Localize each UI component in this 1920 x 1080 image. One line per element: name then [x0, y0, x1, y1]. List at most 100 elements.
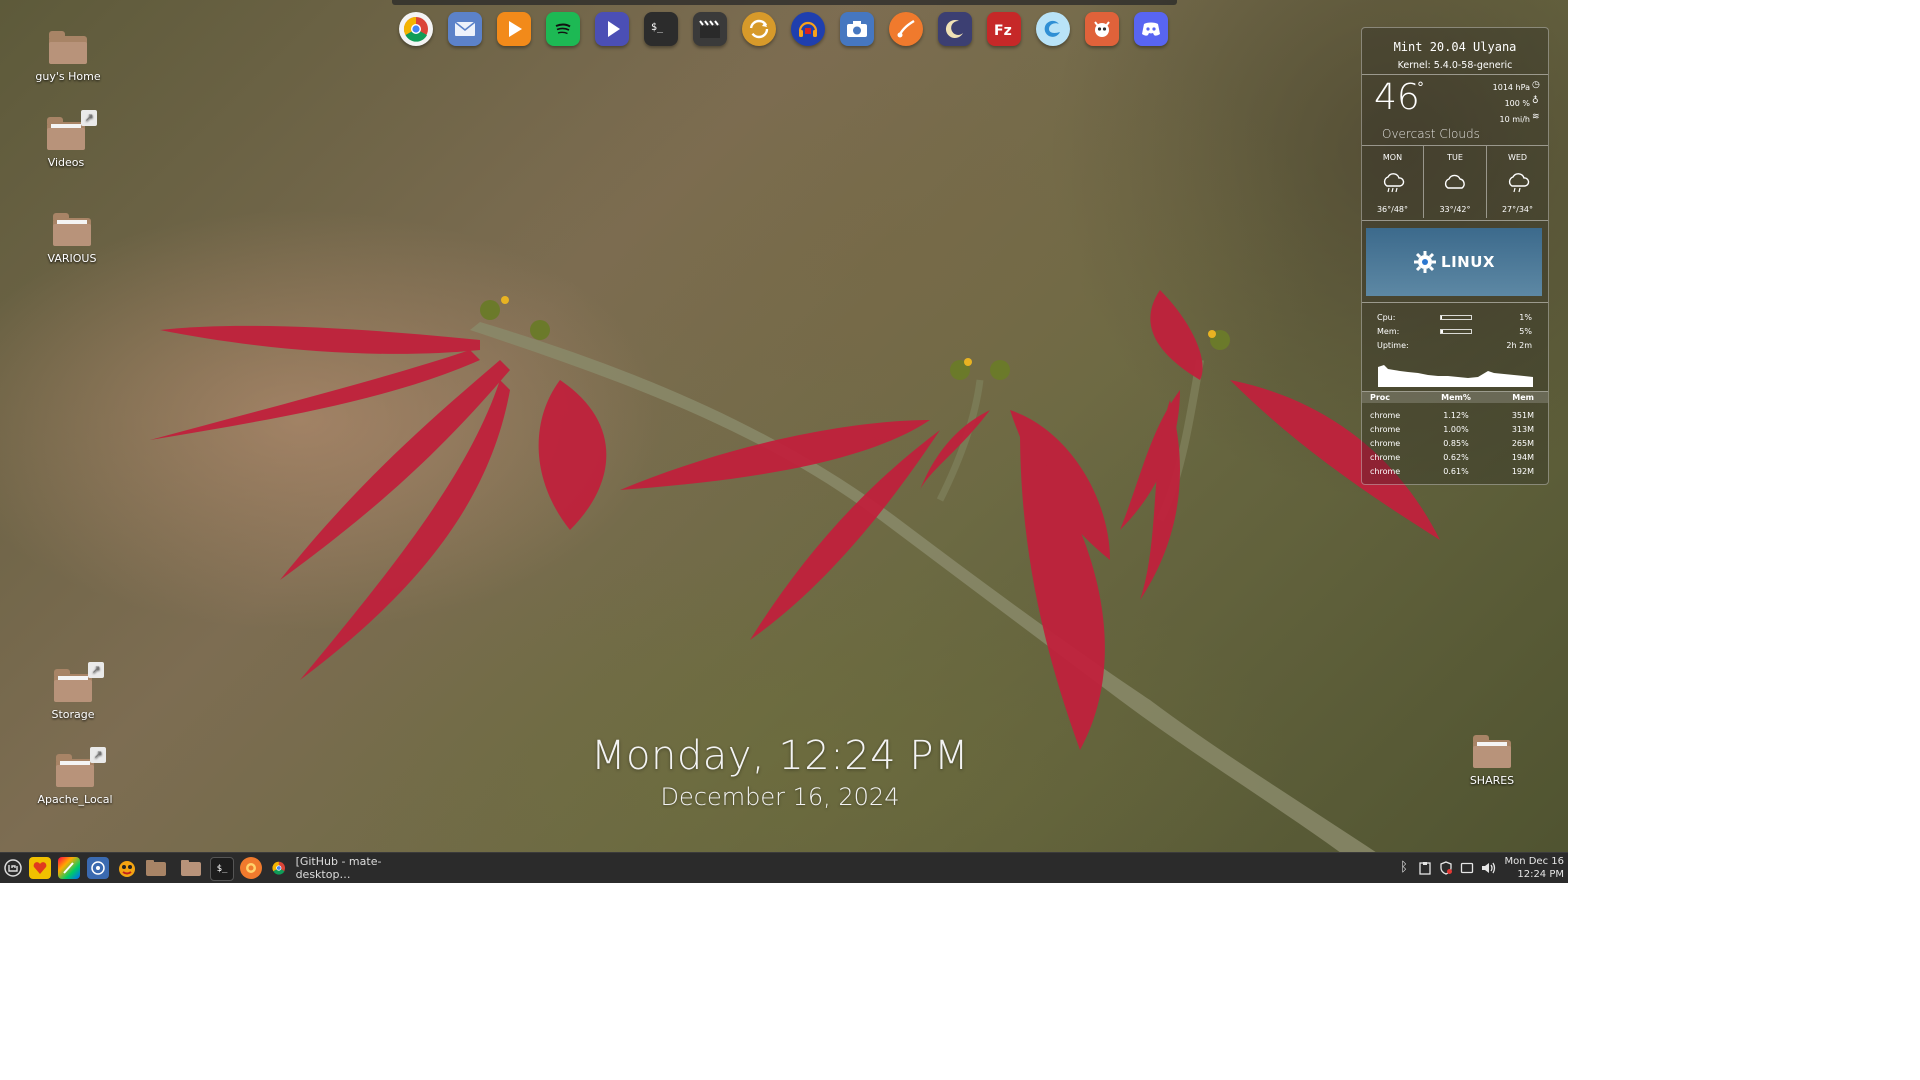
uptime-value: 2h 2m — [1506, 341, 1532, 350]
video-play-icon[interactable] — [595, 12, 629, 46]
forecast-range: 36°/48° — [1376, 205, 1409, 214]
forecast-range: 27°/34° — [1501, 205, 1534, 214]
proc-mem: 313M — [1511, 425, 1534, 434]
proc-mem-pct: 1.12% — [1443, 411, 1469, 420]
chrome-icon — [272, 861, 286, 875]
launcher-app-icon[interactable] — [29, 857, 51, 879]
uptime-label: Uptime: — [1377, 341, 1409, 350]
symlink-arrow-icon: ↗ — [81, 110, 97, 126]
panel-clock[interactable]: Mon Dec 16 12:24 PM — [1500, 855, 1564, 881]
folder-link-icon: ↗ — [54, 662, 104, 704]
clock-date: December 16, 2024 — [660, 783, 900, 811]
forecast-day: MON — [1382, 153, 1403, 162]
folder-icon — [53, 212, 91, 248]
proc-name: chrome — [1370, 467, 1401, 476]
note-icon[interactable] — [889, 12, 923, 46]
weather-condition: Overcast Clouds — [1382, 127, 1480, 141]
desktop-icon-various[interactable]: VARIOUS — [32, 212, 112, 265]
linux-banner: LINUX — [1366, 228, 1542, 296]
banner-text: LINUX — [1441, 253, 1495, 271]
folder-icon — [1473, 734, 1511, 770]
weather-temperature: 46 — [1374, 77, 1420, 118]
pressure-icon: ◷ — [1532, 80, 1540, 90]
gimp-icon[interactable] — [1085, 12, 1119, 46]
conky-system-widget: Mint 20.04 Ulyana Kernel: 5.4.0-58-gener… — [1361, 27, 1549, 485]
cpu-label: Cpu: — [1377, 313, 1396, 322]
panel-clock-time: 12:24 PM — [1517, 869, 1564, 880]
forecast-range: 33°/42° — [1439, 205, 1471, 214]
discord-icon[interactable] — [1134, 12, 1168, 46]
proc-header-mem-pct: Mem% — [1441, 393, 1471, 402]
mint-menu-icon[interactable] — [2, 857, 24, 879]
proc-mem: 351M — [1511, 411, 1534, 420]
sync-icon[interactable] — [742, 12, 776, 46]
moon-icon[interactable] — [938, 12, 972, 46]
os-name: Mint 20.04 Ulyana — [1393, 40, 1517, 54]
spotify-icon[interactable] — [546, 12, 580, 46]
desktop-clock: Monday, 12:24 PM December 16, 2024 — [500, 733, 1060, 811]
proc-name: chrome — [1370, 411, 1401, 420]
cloud-icon — [1442, 172, 1468, 196]
cpu-history-graph — [1378, 365, 1533, 387]
forecast-day: TUE — [1447, 153, 1463, 162]
file-manager-icon[interactable] — [145, 857, 167, 879]
shield-icon[interactable] — [1439, 861, 1453, 875]
cloud-rain-icon — [1380, 172, 1406, 196]
bluetooth-icon[interactable]: ᛒ — [1397, 861, 1411, 875]
folder-icon[interactable] — [180, 857, 202, 879]
cloud-rain-icon — [1505, 172, 1531, 196]
desktop-icon-videos[interactable]: ↗ Videos — [26, 110, 106, 169]
clipboard-icon[interactable] — [1418, 861, 1432, 875]
panel-clock-day: Mon Dec 16 — [1504, 856, 1564, 867]
terminal-icon[interactable]: $_ — [644, 12, 678, 46]
desktop-icon-apache-local[interactable]: ↗ Apache_Local — [35, 747, 115, 806]
proc-name: chrome — [1370, 425, 1401, 434]
folder-link-icon: ↗ — [56, 747, 106, 789]
chrome-icon[interactable] — [399, 12, 433, 46]
volume-icon[interactable] — [1481, 861, 1496, 875]
filezilla-icon[interactable]: Fz — [987, 12, 1021, 46]
proc-mem-pct: 1.00% — [1443, 425, 1469, 434]
proc-name: chrome — [1370, 453, 1401, 462]
desktop-icon-label: Apache_Local — [37, 793, 113, 806]
clapper-icon[interactable] — [693, 12, 727, 46]
audio-headphones-icon[interactable] — [791, 12, 825, 46]
proc-mem: 265M — [1511, 439, 1534, 448]
desktop-icon-shares[interactable]: SHARES — [1452, 734, 1532, 787]
desktop-icon-label: guy's Home — [35, 70, 101, 83]
mem-label: Mem: — [1377, 327, 1400, 336]
play-icon[interactable] — [497, 12, 531, 46]
weather-wind: 10 mi/h — [1499, 115, 1530, 124]
weather-degree: ° — [1417, 80, 1424, 96]
weather-pressure: 1014 hPa — [1492, 83, 1530, 92]
desktop-icon-label: SHARES — [1469, 774, 1515, 787]
window-icon[interactable] — [1460, 861, 1474, 875]
wind-icon: ≋ — [1532, 112, 1540, 122]
gear-icon — [1414, 251, 1437, 273]
folder-link-icon: ↗ — [47, 110, 97, 152]
taskbar-window-button[interactable]: [GitHub - mate-desktop… — [272, 853, 432, 883]
bottom-panel: $_ [GitHub - mate-desktop… ᛒ Mon Dec 16 … — [0, 852, 1568, 883]
proc-mem: 194M — [1511, 453, 1534, 462]
weather-humidity: 100 % — [1504, 99, 1530, 108]
game-app-icon[interactable] — [116, 857, 138, 879]
paint-app-icon[interactable] — [58, 857, 80, 879]
cpu-usage-bar — [1440, 315, 1472, 320]
mem-usage-bar — [1440, 329, 1472, 334]
mail-icon[interactable] — [448, 12, 482, 46]
desktop-icon-storage[interactable]: ↗ Storage — [33, 662, 113, 721]
mem-value: 5% — [1519, 327, 1532, 336]
proc-name: chrome — [1370, 439, 1401, 448]
edge-icon[interactable] — [1036, 12, 1070, 46]
clock-time: Monday, 12:24 PM — [591, 733, 969, 779]
forecast-day: WED — [1507, 153, 1528, 162]
proc-header-name: Proc — [1370, 393, 1391, 402]
network-app-icon[interactable] — [87, 857, 109, 879]
cpu-value: 1% — [1519, 313, 1532, 322]
camera-icon[interactable] — [840, 12, 874, 46]
proc-mem: 192M — [1511, 467, 1534, 476]
firefox-icon[interactable] — [240, 857, 262, 879]
terminal-icon[interactable]: $_ — [210, 857, 234, 881]
symlink-arrow-icon: ↗ — [88, 662, 104, 678]
desktop-icon-home[interactable]: guy's Home — [28, 30, 108, 83]
